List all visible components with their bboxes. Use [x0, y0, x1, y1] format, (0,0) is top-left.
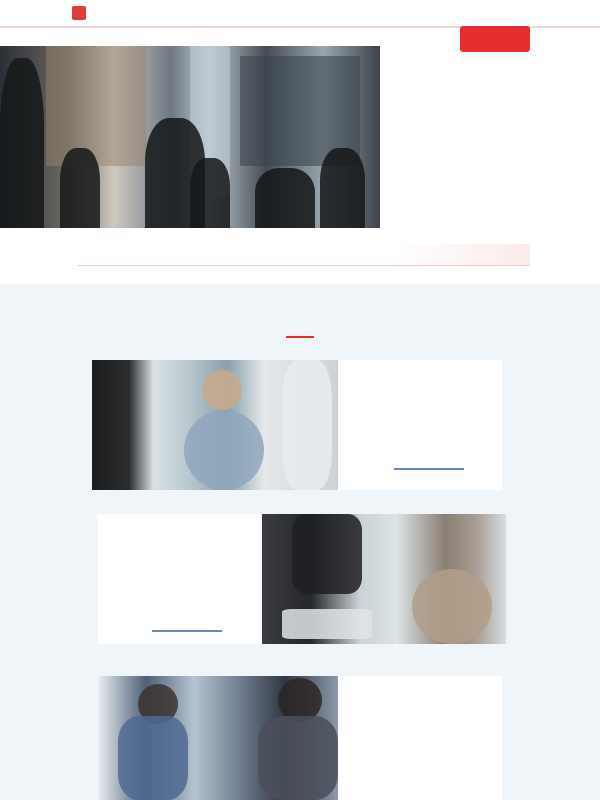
service-card-1[interactable] [338, 360, 502, 490]
service-card-1-more[interactable] [394, 460, 464, 470]
site-header [0, 0, 600, 28]
service-card-1-image[interactable] [92, 360, 338, 490]
service-card-2[interactable] [98, 514, 262, 644]
contact-button[interactable] [460, 26, 530, 52]
service-card-2-image[interactable] [262, 514, 506, 644]
hero-image [0, 46, 380, 228]
service-card-3-image[interactable] [98, 676, 338, 800]
service-card-2-more[interactable] [152, 622, 222, 632]
hero-banner[interactable] [78, 244, 530, 266]
site-logo[interactable] [72, 6, 91, 20]
logo-mark-icon [72, 6, 86, 20]
service-card-3[interactable] [338, 676, 502, 800]
title-underline [286, 336, 314, 338]
